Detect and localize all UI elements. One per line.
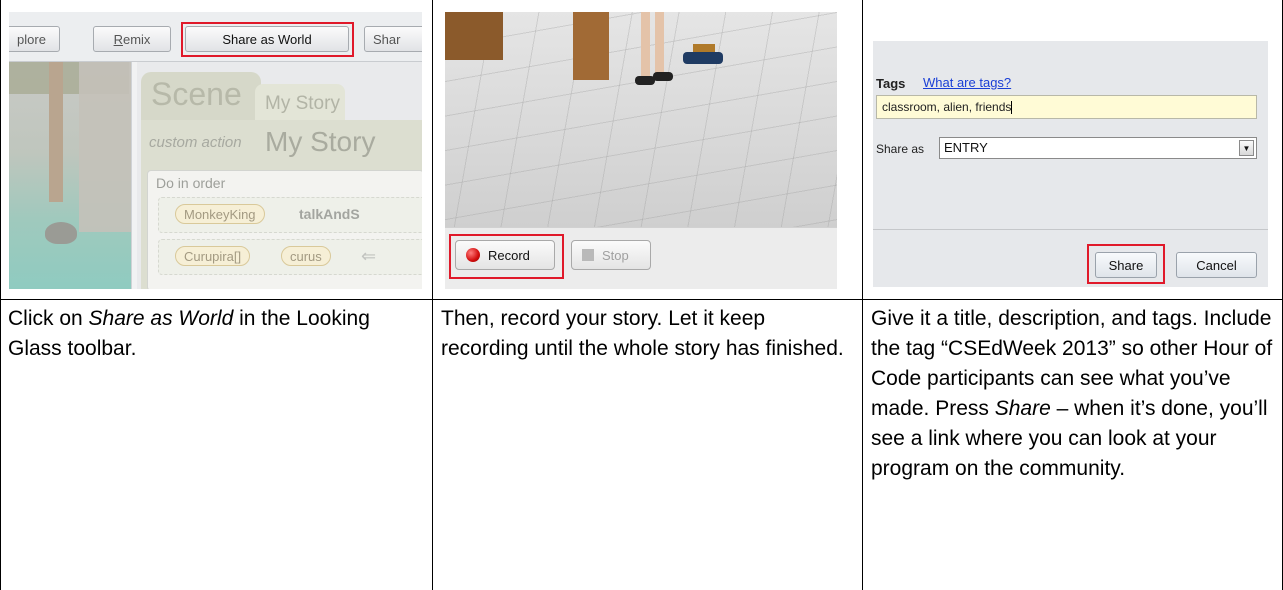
assign-arrow-icon: ⇐ <box>361 246 377 266</box>
explore-button-label: plore <box>17 31 46 47</box>
remix-mnemonic: R <box>113 31 123 47</box>
share-as-select[interactable]: ENTRY ▼ <box>939 137 1257 159</box>
table-border-col2 <box>432 0 433 590</box>
argument-pill[interactable]: curus <box>281 246 331 266</box>
character-leg <box>641 12 650 80</box>
tags-label: Tags <box>876 76 906 91</box>
share-dialog-screenshot: Tags What are tags? classroom, alien, fr… <box>873 41 1268 287</box>
caption-1-text: Click on <box>8 307 89 330</box>
argument-pill-label: curus <box>290 248 322 264</box>
instruction-table: plore Remix Share as World Shar Scene My… <box>0 0 1283 590</box>
tags-input[interactable]: classroom, alien, friends <box>876 95 1257 119</box>
share-as-world-highlight <box>181 22 354 57</box>
what-are-tags-link[interactable]: What are tags? <box>923 75 1011 90</box>
statement-row[interactable]: MonkeyKing talkAndS <box>158 197 422 233</box>
caption-2-text: Then, record your story. Let it keep rec… <box>441 307 844 360</box>
stop-icon <box>582 249 594 261</box>
caption-step-1: Click on Share as World in the Looking G… <box>8 304 423 364</box>
record-highlight <box>449 234 564 279</box>
caption-1-emphasis: Share as World <box>88 307 234 330</box>
tags-input-value: classroom, alien, friends <box>882 100 1012 114</box>
furniture <box>445 12 503 60</box>
remix-rest: emix <box>122 31 151 47</box>
tree-trunk <box>49 62 63 202</box>
method-title: My Story <box>265 126 376 157</box>
cancel-button[interactable]: Cancel <box>1176 252 1257 278</box>
stop-button-label: Stop <box>602 247 629 263</box>
share-as-value: ENTRY <box>944 140 988 155</box>
text-caret <box>1011 101 1013 115</box>
toolbar: plore Remix Share as World Shar <box>9 12 422 62</box>
stone-wall <box>79 62 131 232</box>
tab-scene-label: Scene <box>151 76 242 112</box>
scene-floor <box>445 12 837 227</box>
share-button-partial[interactable]: Shar <box>364 26 422 52</box>
share-highlight <box>1087 244 1165 284</box>
table-border-col3 <box>862 0 863 590</box>
character-2-feet <box>683 52 723 64</box>
share-partial-label: Shar <box>373 31 401 47</box>
share-as-label: Share as <box>876 142 925 156</box>
character-shoe <box>653 72 673 81</box>
code-editor: Scene My Story custom action My Story Do… <box>137 62 422 289</box>
custom-action-label: custom action <box>149 134 242 151</box>
caption-step-3: Give it a title, description, and tags. … <box>871 304 1279 484</box>
looking-glass-toolbar-screenshot: plore Remix Share as World Shar Scene My… <box>9 12 422 289</box>
remix-button-label: Remix <box>114 32 151 47</box>
array-pill-label: Curupira[] <box>184 248 242 264</box>
do-in-order-label: Do in order <box>156 175 226 191</box>
remix-button[interactable]: Remix <box>93 26 171 52</box>
method-editor: custom action My Story Do in order Monke… <box>141 120 422 289</box>
do-in-order-block[interactable]: Do in order MonkeyKing talkAndS Curupira… <box>147 170 422 289</box>
object-pill-label: MonkeyKing <box>184 206 256 222</box>
furniture <box>573 12 609 80</box>
tab-my-story-label: My Story <box>265 93 340 114</box>
caption-3-emphasis: Share <box>994 397 1051 420</box>
object-pill[interactable]: MonkeyKing <box>175 204 265 224</box>
stop-button[interactable]: Stop <box>571 240 651 270</box>
table-row-divider <box>0 299 1283 300</box>
record-toolbar: Record Stop <box>445 227 837 289</box>
table-border-left <box>0 0 1 590</box>
character-leg <box>655 12 664 80</box>
cancel-button-label: Cancel <box>1196 257 1237 273</box>
character-shoe <box>635 76 655 85</box>
dropdown-arrow-icon[interactable]: ▼ <box>1239 140 1254 156</box>
array-pill[interactable]: Curupira[] <box>175 246 251 266</box>
caption-step-2: Then, record your story. Let it keep rec… <box>441 304 856 364</box>
method-name: talkAndS <box>299 206 360 222</box>
explore-button[interactable]: plore <box>9 26 60 52</box>
record-screenshot: Record Stop <box>445 12 837 289</box>
dialog-separator <box>873 229 1268 230</box>
statement-row[interactable]: Curupira[] curus ⇐ <box>158 239 422 275</box>
rock <box>45 222 77 244</box>
